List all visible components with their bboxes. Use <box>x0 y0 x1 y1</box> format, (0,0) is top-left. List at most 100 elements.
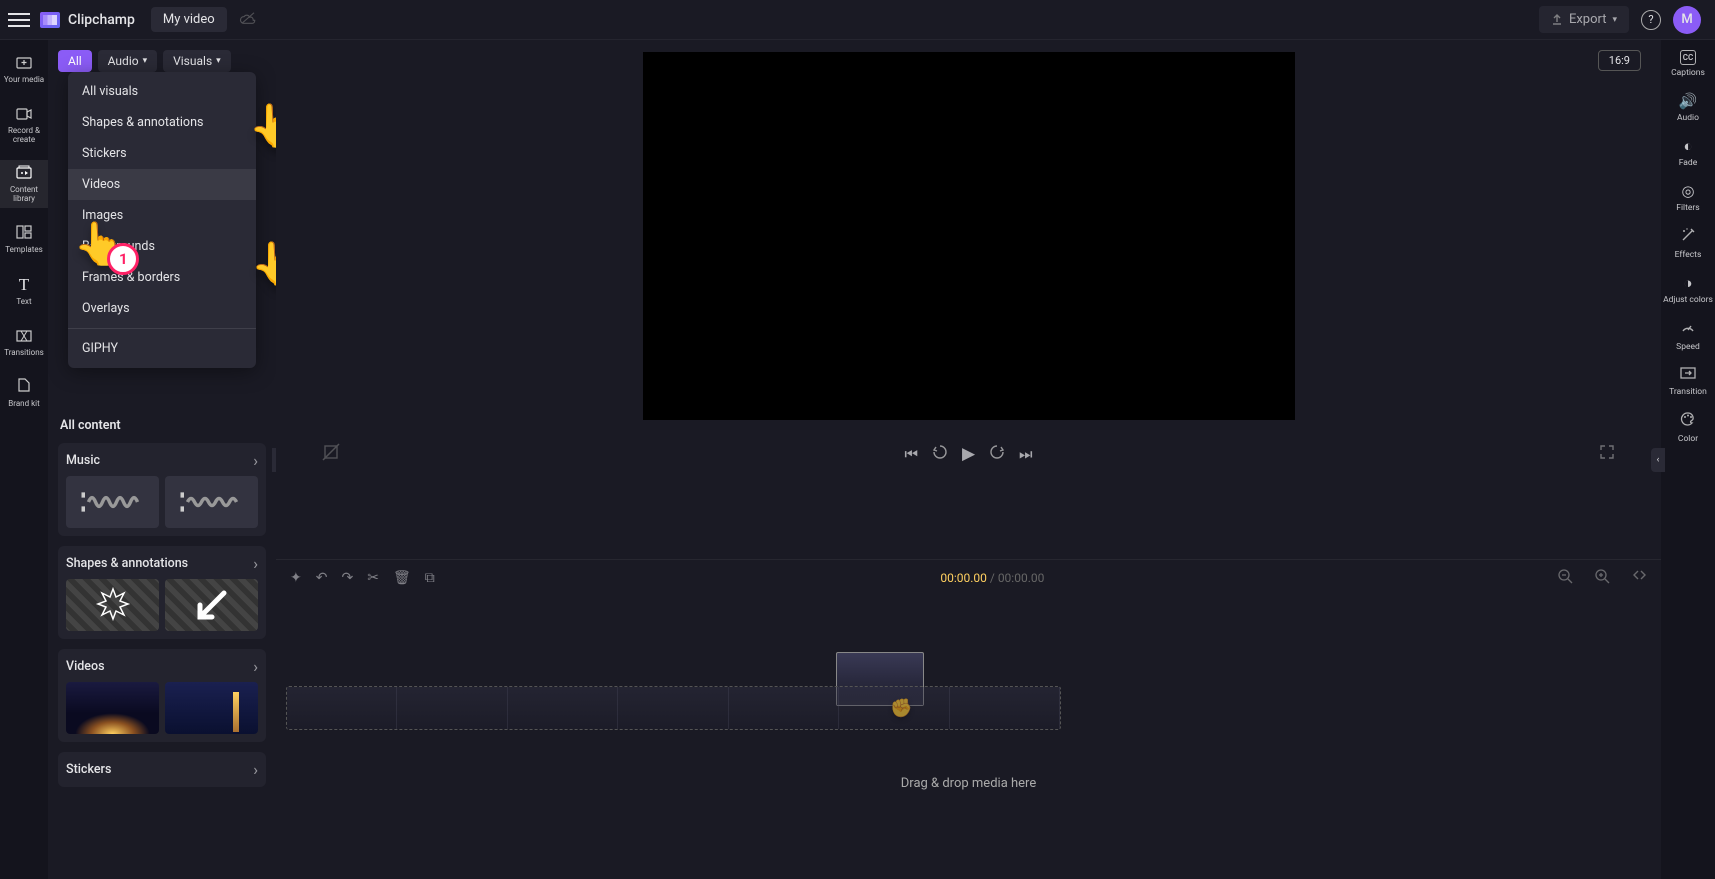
delete-button[interactable]: 🗑 <box>393 570 411 586</box>
rnav-label: Speed <box>1676 342 1700 352</box>
help-button[interactable]: ? <box>1641 10 1661 30</box>
video-thumbnail[interactable] <box>66 682 159 734</box>
shape-thumbnail-burst[interactable] <box>66 579 159 631</box>
library-icon <box>16 164 32 183</box>
crop-icon[interactable] <box>322 443 340 465</box>
forward-button[interactable] <box>989 444 1005 464</box>
shape-thumbnail-arrow[interactable] <box>165 579 258 631</box>
timeline-toolbar: ✦ ↶ ↷ ✂ 🗑 ⧉ 00:00.00 / 00:00.00 <box>276 560 1661 596</box>
captions-icon: CC <box>1680 50 1696 65</box>
rnav-label: Transition <box>1669 387 1707 397</box>
nav-record-create[interactable]: Record & create <box>0 101 48 149</box>
nav-transitions[interactable]: Transitions <box>0 323 48 362</box>
zoom-in-button[interactable] <box>1595 569 1610 588</box>
split-button[interactable]: ✂ <box>367 570 379 586</box>
filter-visuals-button[interactable]: Visuals ▾ <box>163 50 231 72</box>
chevron-right-icon[interactable]: › <box>253 760 258 779</box>
undo-button[interactable]: ↶ <box>316 570 328 586</box>
preview-area: 16:9 ⏮ ▶ ⏭ <box>276 40 1661 559</box>
app-logo[interactable]: Clipchamp <box>40 12 135 28</box>
duplicate-button[interactable]: ⧉ <box>425 570 435 586</box>
chevron-right-icon[interactable]: › <box>253 657 258 676</box>
export-label: Export <box>1569 12 1607 27</box>
fullscreen-icon[interactable] <box>1599 444 1615 464</box>
music-thumbnail[interactable] <box>165 476 258 528</box>
rnav-captions[interactable]: CC Captions <box>1671 50 1705 78</box>
section-title-videos[interactable]: Videos <box>66 659 105 674</box>
video-thumbnail[interactable] <box>165 682 258 734</box>
nav-label: Content library <box>0 186 48 204</box>
section-videos: Videos › <box>58 649 266 742</box>
filter-audio-button[interactable]: Audio ▾ <box>98 50 157 72</box>
nav-label: Templates <box>5 246 42 255</box>
dropdown-item-videos[interactable]: Videos <box>68 169 256 200</box>
audio-icon: 🔊 <box>1679 92 1698 110</box>
rnav-label: Adjust colors <box>1663 295 1713 305</box>
aspect-ratio-button[interactable]: 16:9 <box>1598 50 1641 71</box>
timeline-area: ✦ ↶ ↷ ✂ 🗑 ⧉ 00:00.00 / 00:00.00 ✊ <box>276 559 1661 879</box>
nav-label: Text <box>16 298 31 307</box>
dropdown-item-overlays[interactable]: Overlays <box>68 293 256 324</box>
collapse-right-panel-button[interactable]: ‹ <box>1651 448 1665 472</box>
section-title-shapes[interactable]: Shapes & annotations <box>66 556 188 571</box>
filter-visuals-label: Visuals <box>173 54 212 68</box>
filter-all-button[interactable]: All <box>58 50 92 72</box>
redo-button[interactable]: ↷ <box>341 570 353 586</box>
dropdown-item-backgrounds[interactable]: Backgrounds <box>68 231 256 262</box>
user-avatar[interactable]: M <box>1673 6 1701 34</box>
filter-audio-label: Audio <box>108 54 139 68</box>
section-title-stickers[interactable]: Stickers <box>66 762 111 777</box>
nav-your-media[interactable]: Your media <box>0 50 48 89</box>
rnav-transition[interactable]: Transition <box>1669 366 1707 397</box>
color-icon <box>1680 411 1696 431</box>
nav-label: Your media <box>4 76 44 85</box>
timeline-drop-target[interactable] <box>286 686 1061 730</box>
chevron-right-icon[interactable]: › <box>253 451 258 470</box>
magic-wand-icon[interactable]: ✦ <box>290 570 302 586</box>
zoom-out-button[interactable] <box>1558 569 1573 588</box>
dropdown-item-shapes-annotations[interactable]: Shapes & annotations <box>68 107 256 138</box>
camera-icon <box>16 105 32 124</box>
project-title[interactable]: My video <box>151 7 227 32</box>
nav-content-library[interactable]: Content library <box>0 160 48 208</box>
rnav-audio[interactable]: 🔊 Audio <box>1677 92 1699 123</box>
left-nav-sidebar: Your media Record & create Content libra… <box>0 40 48 879</box>
dropdown-item-giphy[interactable]: GIPHY <box>68 333 256 364</box>
dropdown-item-all-visuals[interactable]: All visuals <box>68 76 256 107</box>
rnav-label: Color <box>1678 434 1698 444</box>
templates-icon <box>16 224 32 243</box>
timeline-timecode: 00:00.00 / 00:00.00 <box>449 571 1536 585</box>
nav-text[interactable]: T Text <box>0 271 48 311</box>
skip-end-button[interactable]: ⏭ <box>1019 445 1033 463</box>
rewind-button[interactable] <box>932 444 948 464</box>
nav-label: Transitions <box>4 349 44 358</box>
rnav-filters[interactable]: ◎ Filters <box>1676 182 1699 213</box>
rnav-label: Fade <box>1679 158 1697 168</box>
rnav-effects[interactable]: Effects <box>1675 227 1702 260</box>
section-music: Music › <box>58 443 266 536</box>
dropdown-item-frames-borders[interactable]: Frames & borders <box>68 262 256 293</box>
timeline-tracks[interactable]: ✊ Drag & drop media here <box>276 596 1661 879</box>
rnav-fade[interactable]: ◐ Fade <box>1679 137 1697 168</box>
clipchamp-logo-icon <box>40 12 60 28</box>
rnav-speed[interactable]: Speed <box>1676 319 1700 352</box>
chevron-down-icon: ▾ <box>1612 15 1617 25</box>
skip-start-button[interactable]: ⏮ <box>904 445 918 463</box>
nav-brand-kit[interactable]: Brand kit <box>0 373 48 413</box>
dropdown-item-stickers[interactable]: Stickers <box>68 138 256 169</box>
content-library-panel: ‹ All Audio ▾ Visuals ▾ All visuals Shap… <box>48 40 276 879</box>
rnav-color[interactable]: Color <box>1678 411 1698 444</box>
export-button[interactable]: Export ▾ <box>1539 6 1629 33</box>
zoom-fit-button[interactable] <box>1632 569 1647 588</box>
hamburger-menu-icon[interactable] <box>8 9 30 31</box>
section-title-music[interactable]: Music <box>66 453 100 468</box>
rnav-adjust-colors[interactable]: ◑ Adjust colors <box>1663 274 1713 305</box>
music-thumbnail[interactable] <box>66 476 159 528</box>
video-preview-canvas[interactable] <box>643 52 1295 420</box>
chevron-right-icon[interactable]: › <box>253 554 258 573</box>
transition-icon <box>1680 366 1696 384</box>
play-button[interactable]: ▶ <box>962 444 975 464</box>
dropdown-item-images[interactable]: Images <box>68 200 256 231</box>
nav-templates[interactable]: Templates <box>0 220 48 259</box>
drop-hint-text: Drag & drop media here <box>276 776 1661 791</box>
